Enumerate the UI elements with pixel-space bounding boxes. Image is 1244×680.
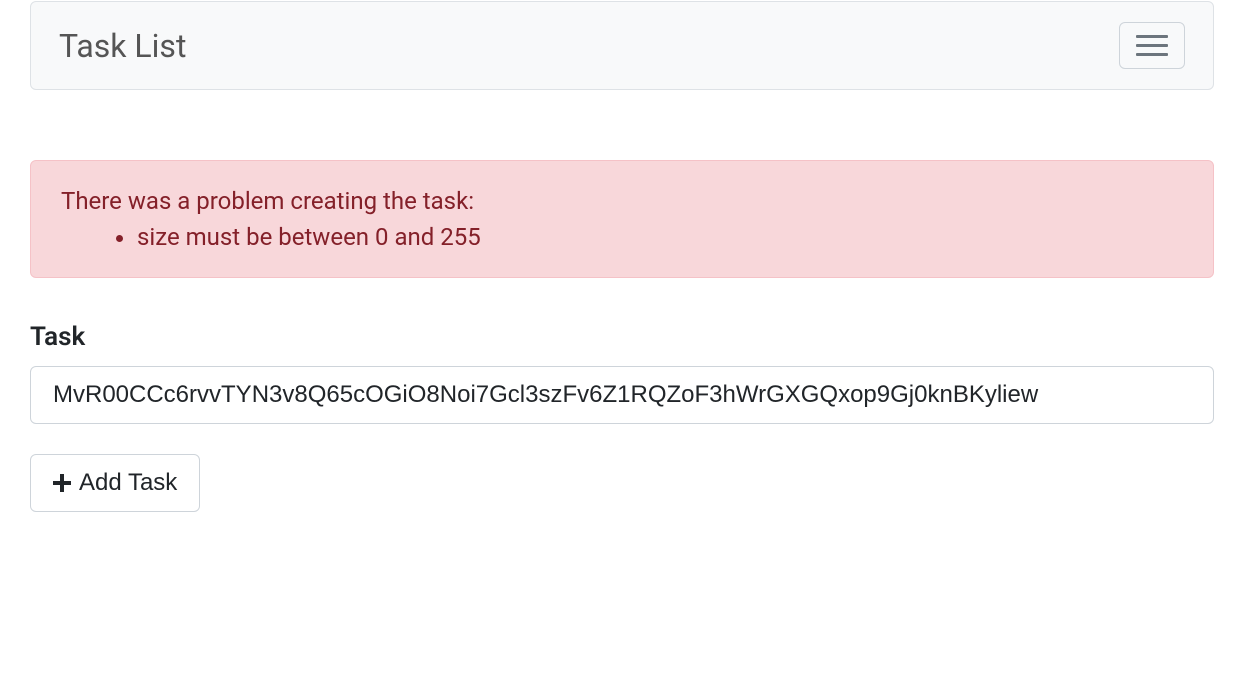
alert-error-item: size must be between 0 and 255 <box>137 223 1183 251</box>
alert-heading: There was a problem creating the task: <box>61 187 1183 215</box>
alert-error-list: size must be between 0 and 255 <box>61 223 1183 251</box>
task-input[interactable] <box>30 366 1214 424</box>
task-form: Task Add Task <box>30 322 1214 512</box>
navbar-brand[interactable]: Task List <box>59 27 186 65</box>
hamburger-icon <box>1136 35 1168 38</box>
add-task-button[interactable]: Add Task <box>30 454 200 512</box>
navbar: Task List <box>30 1 1214 90</box>
plus-icon <box>53 474 71 492</box>
hamburger-icon <box>1136 44 1168 47</box>
hamburger-icon <box>1136 53 1168 56</box>
error-alert: There was a problem creating the task: s… <box>30 160 1214 278</box>
navbar-toggler[interactable] <box>1119 22 1185 69</box>
add-task-button-label: Add Task <box>79 469 177 497</box>
task-label: Task <box>30 322 1214 352</box>
